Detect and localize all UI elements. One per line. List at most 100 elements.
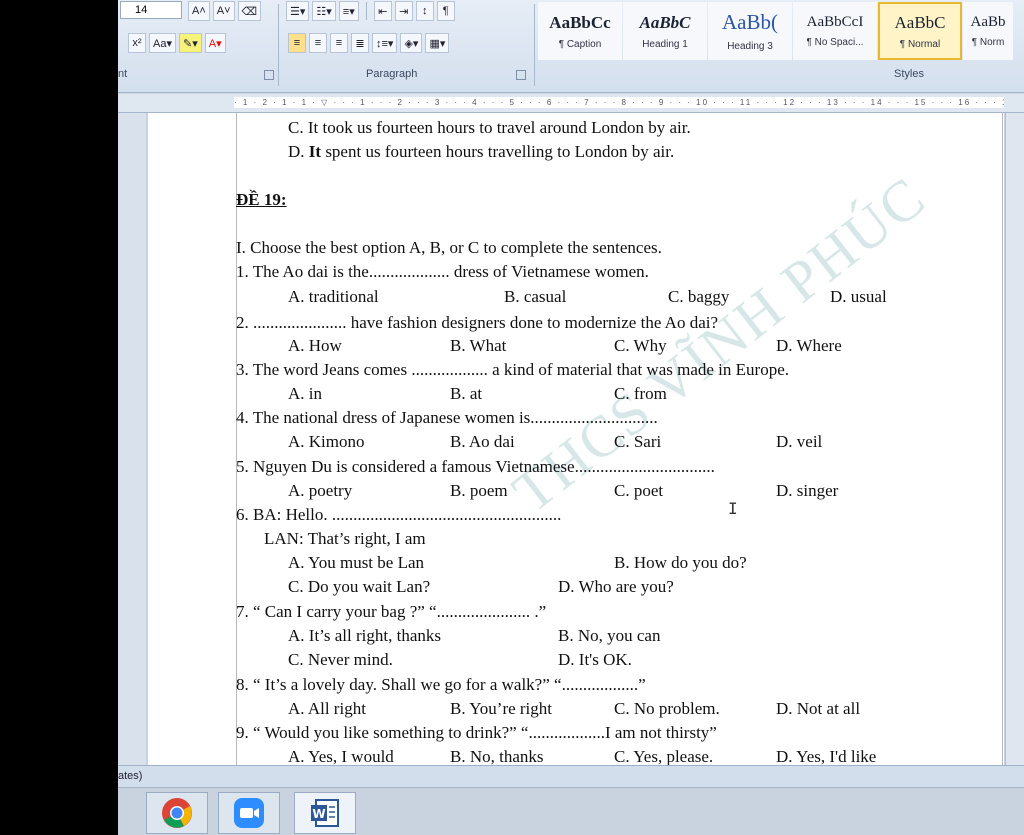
question-5: 5. Nguyen Du is considered a famous Viet… xyxy=(236,457,715,476)
shrink-font-button[interactable]: A˅ xyxy=(212,1,235,21)
question-4: 4. The national dress of Japanese women … xyxy=(236,408,658,427)
align-center-button[interactable]: ≡ xyxy=(309,33,327,53)
prev-option-d: D. It spent us fourteen hours travelling… xyxy=(288,142,675,161)
word-icon: W xyxy=(311,799,339,827)
multilevel-list-button[interactable]: ≡▾ xyxy=(338,1,359,21)
q7-option-a: A. It’s all right, thanks xyxy=(288,626,441,645)
q1-option-b: B. casual xyxy=(504,287,567,306)
question-6-reply: LAN: That’s right, I am xyxy=(264,529,426,548)
style-caption[interactable]: AaBbCc ¶ Caption xyxy=(538,2,622,60)
q9-option-d: D. Yes, I'd like xyxy=(776,747,877,765)
document-area: THCS VĨNH PHÚC C. It took us fourteen ho… xyxy=(118,113,1024,765)
chrome-icon xyxy=(162,798,192,828)
style-normal[interactable]: AaBbC ¶ Normal xyxy=(878,2,962,60)
status-bar: ates) xyxy=(118,765,1024,788)
q4-option-d: D. veil xyxy=(776,432,823,451)
styles-group-label: Styles xyxy=(894,68,924,80)
horizontal-ruler[interactable]: · 1 · 2 · 1 · 1 · ▽ · · · 1 · · · 2 · · … xyxy=(118,94,1024,113)
q5-option-a: A. poetry xyxy=(288,481,353,500)
paragraph-dialog-launcher[interactable] xyxy=(516,70,526,80)
q2-option-b: B. What xyxy=(450,336,507,355)
q3-option-a: A. in xyxy=(288,384,322,403)
show-marks-button[interactable]: ¶ xyxy=(436,1,455,21)
style-sample: AaBbCc xyxy=(549,12,611,32)
style-sample: AaBbCcI xyxy=(806,14,864,30)
taskbar-word[interactable]: W xyxy=(294,792,356,834)
q6-option-d: D. Who are you? xyxy=(558,577,674,596)
grow-font-button[interactable]: A˄ xyxy=(188,1,210,21)
question-2: 2. ...................... have fashion d… xyxy=(236,313,719,332)
shading-button[interactable]: ◈▾ xyxy=(400,33,423,53)
style-name: ¶ Normal xyxy=(899,38,941,50)
document-page[interactable]: THCS VĨNH PHÚC C. It took us fourteen ho… xyxy=(148,113,1004,765)
style-heading-1[interactable]: AaBbC Heading 1 xyxy=(623,2,707,60)
clear-format-button[interactable]: ⌫ xyxy=(237,1,262,21)
q4-option-c: C. Sari xyxy=(614,432,662,451)
test-heading: ĐỀ 19: xyxy=(236,190,287,209)
style-name: ¶ Caption xyxy=(558,38,602,50)
style-name: Heading 3 xyxy=(727,41,773,52)
q1-option-a: A. traditional xyxy=(288,287,379,306)
ruler-ticks: · 1 · 2 · 1 · 1 · ▽ · · · 1 · · · 2 · · … xyxy=(234,98,1004,107)
list-buttons: ☰▾ ☷▾ ≡▾ ⇤ ⇥ ↕ ¶ xyxy=(286,1,455,21)
q6-option-a: A. You must be Lan xyxy=(288,553,425,572)
style-normal-2[interactable]: AaBb ¶ Norm xyxy=(963,2,1013,60)
style-name: Heading 1 xyxy=(642,38,688,50)
decrease-indent-button[interactable]: ⇤ xyxy=(373,1,392,21)
justify-button[interactable]: ≣ xyxy=(351,33,369,53)
style-sample: AaBbC xyxy=(894,12,946,32)
numbering-button[interactable]: ☷▾ xyxy=(312,1,336,21)
style-name: ¶ No Spaci... xyxy=(806,37,864,48)
superscript-button[interactable]: x² xyxy=(128,33,146,53)
question-1: 1. The Ao dai is the................... … xyxy=(236,262,649,281)
font-color-button[interactable]: A▾ xyxy=(204,33,226,53)
vertical-scrollbar[interactable] xyxy=(1005,113,1024,765)
paragraph-group-label: Paragraph xyxy=(366,68,418,80)
q4-option-b: B. Ao dai xyxy=(450,432,515,451)
styles-gallery: AaBbCc ¶ Caption AaBbC Heading 1 AaBb( H… xyxy=(538,2,1014,60)
q8-option-c: C. No problem. xyxy=(614,699,720,718)
q5-option-c: C. poet xyxy=(614,481,664,500)
q7-option-b: B. No, you can xyxy=(558,626,661,645)
align-buttons: ≡ ≡ ≡ ≣ ↕≡▾ ◈▾ ▦▾ xyxy=(288,33,450,53)
question-6: 6. BA: Hello. ..........................… xyxy=(236,505,562,524)
borders-button[interactable]: ▦▾ xyxy=(425,33,450,53)
font-format-buttons: x² Aa▾ ✎▾ A▾ xyxy=(128,33,226,53)
taskbar-chrome[interactable] xyxy=(146,792,208,834)
font-group-label: nt xyxy=(118,68,128,80)
q1-option-c: C. baggy xyxy=(668,287,730,306)
question-3: 3. The word Jeans comes ................… xyxy=(236,360,789,379)
q3-option-b: B. at xyxy=(450,384,483,403)
taskbar-zoom[interactable] xyxy=(218,792,280,834)
q6-option-b: B. How do you do? xyxy=(614,553,747,572)
style-name: ¶ Norm xyxy=(971,37,1005,48)
style-sample: AaBbC xyxy=(639,12,691,32)
svg-text:W: W xyxy=(312,807,325,821)
highlight-button[interactable]: ✎▾ xyxy=(178,33,202,53)
section-instruction: I. Choose the best option A, B, or C to … xyxy=(236,238,662,257)
change-case-button[interactable]: Aa▾ xyxy=(149,33,176,53)
align-right-button[interactable]: ≡ xyxy=(330,33,348,53)
font-size-box[interactable]: 14 xyxy=(120,1,182,19)
status-text: ates) xyxy=(118,770,143,782)
q9-option-a: A. Yes, I would xyxy=(288,747,394,765)
zoom-icon xyxy=(234,798,264,828)
style-sample: AaBb( xyxy=(722,10,778,34)
question-9: 9. “ Would you like something to drink?”… xyxy=(236,723,717,742)
q9-option-b: B. No, thanks xyxy=(450,747,544,765)
increase-indent-button[interactable]: ⇥ xyxy=(394,1,413,21)
align-left-button[interactable]: ≡ xyxy=(288,33,306,53)
line-spacing-button[interactable]: ↕≡▾ xyxy=(372,33,398,53)
q5-option-d: D. singer xyxy=(776,481,839,500)
q8-option-a: A. All right xyxy=(288,699,366,718)
q7-option-d: D. It's OK. xyxy=(558,650,632,669)
q8-option-d: D. Not at all xyxy=(776,699,861,718)
style-no-spacing[interactable]: AaBbCcI ¶ No Spaci... xyxy=(793,2,877,60)
bullets-button[interactable]: ☰▾ xyxy=(286,1,310,21)
sort-button[interactable]: ↕ xyxy=(415,1,434,21)
word-window: 14 A˄ A˅ ⌫ x² Aa▾ ✎▾ A▾ ☰▾ ☷▾ ≡▾ ⇤ ⇥ ↕ ¶… xyxy=(118,0,1024,835)
style-heading-3[interactable]: AaBb( Heading 3 xyxy=(708,2,792,60)
q8-option-b: B. You’re right xyxy=(450,699,553,718)
question-8: 8. “ It’s a lovely day. Shall we go for … xyxy=(236,675,646,694)
font-dialog-launcher[interactable] xyxy=(264,70,274,80)
